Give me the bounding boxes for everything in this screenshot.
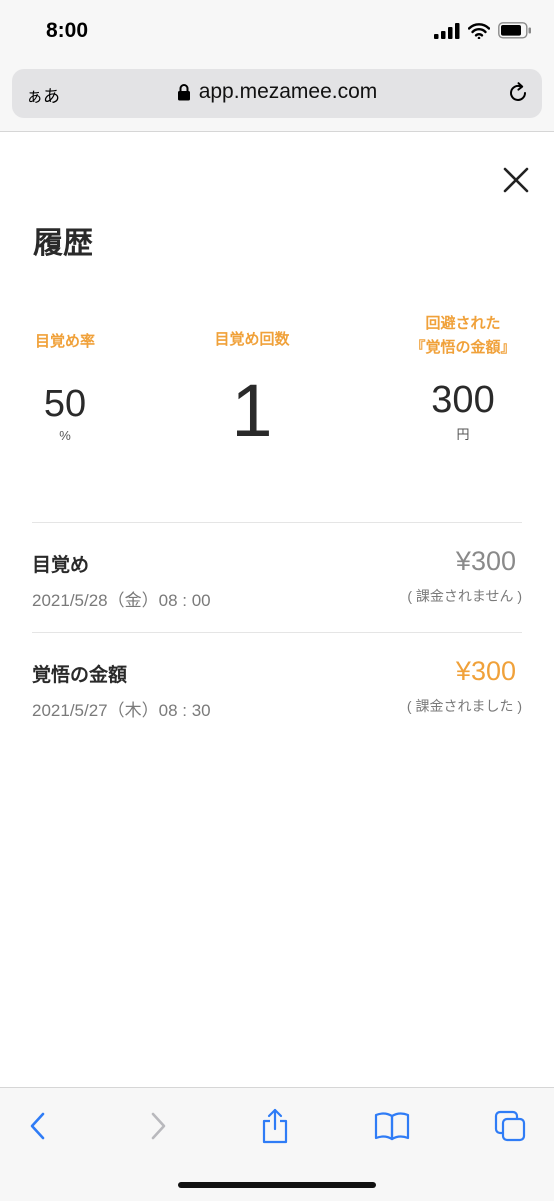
- wake-count-value: 1: [231, 369, 273, 452]
- forward-button[interactable]: [138, 1108, 178, 1144]
- tabs-button[interactable]: [490, 1108, 530, 1144]
- reload-icon[interactable]: [506, 81, 530, 105]
- back-button[interactable]: [18, 1108, 58, 1144]
- address-bar[interactable]: ぁあ app.mezamee.com: [12, 69, 542, 118]
- chevron-right-icon: [151, 1112, 166, 1140]
- lock-icon: [177, 84, 190, 101]
- wifi-icon: [468, 22, 490, 39]
- history-date: 2021/5/28（金）08 : 00: [32, 591, 211, 610]
- page-title: 履歴: [33, 227, 93, 260]
- wake-rate-value: 50: [43, 383, 87, 425]
- chevron-left-icon: [30, 1112, 45, 1140]
- history-title: 目覚め: [32, 555, 90, 576]
- avoided-label-line1: 回避された: [425, 315, 501, 332]
- history-note: ( 課金されません ): [407, 588, 522, 604]
- url-text: app.mezamee.com: [198, 80, 378, 103]
- status-icons: [434, 22, 532, 39]
- bookmarks-button[interactable]: [372, 1108, 412, 1144]
- wake-rate-unit: %: [59, 428, 71, 443]
- history-amount: ¥300: [455, 656, 516, 686]
- history-row: 覚悟の金額 2021/5/27（木）08 : 30 ¥300 ( 課金されました…: [32, 656, 522, 750]
- divider: [32, 522, 522, 523]
- avoided-label-line2: 『覚悟の金額』: [410, 339, 516, 356]
- tabs-icon: [494, 1110, 526, 1142]
- share-icon: [262, 1108, 288, 1144]
- history-row: 目覚め 2021/5/28（金）08 : 00 ¥300 ( 課金されません ): [32, 546, 522, 640]
- battery-icon: [498, 22, 531, 39]
- share-button[interactable]: [255, 1108, 295, 1144]
- history-title: 覚悟の金額: [32, 665, 128, 686]
- wake-count-label: 目覚め回数: [214, 331, 290, 348]
- divider: [32, 632, 522, 633]
- url-display[interactable]: app.mezamee.com: [12, 80, 542, 104]
- avoided-unit: 円: [456, 427, 470, 442]
- avoided-amount-stat: 回避された 『覚悟の金額』 300 円: [398, 312, 528, 443]
- history-note: ( 課金されました ): [406, 698, 522, 714]
- history-date: 2021/5/27（木）08 : 30: [32, 701, 211, 720]
- wake-rate-stat: 目覚め率 50 %: [15, 330, 115, 443]
- status-time: 8:00: [46, 19, 89, 42]
- home-indicator: [178, 1182, 376, 1188]
- browser-top-chrome: 8:00 ぁあ app.mezamee.com: [0, 0, 554, 132]
- close-icon[interactable]: [500, 164, 532, 196]
- cellular-signal-icon: [434, 22, 460, 39]
- avoided-value: 300: [431, 379, 495, 421]
- wake-count-stat: 目覚め回数 1: [200, 328, 304, 448]
- wake-rate-label: 目覚め率: [34, 333, 95, 350]
- book-icon: [374, 1112, 410, 1141]
- history-amount: ¥300: [455, 546, 516, 576]
